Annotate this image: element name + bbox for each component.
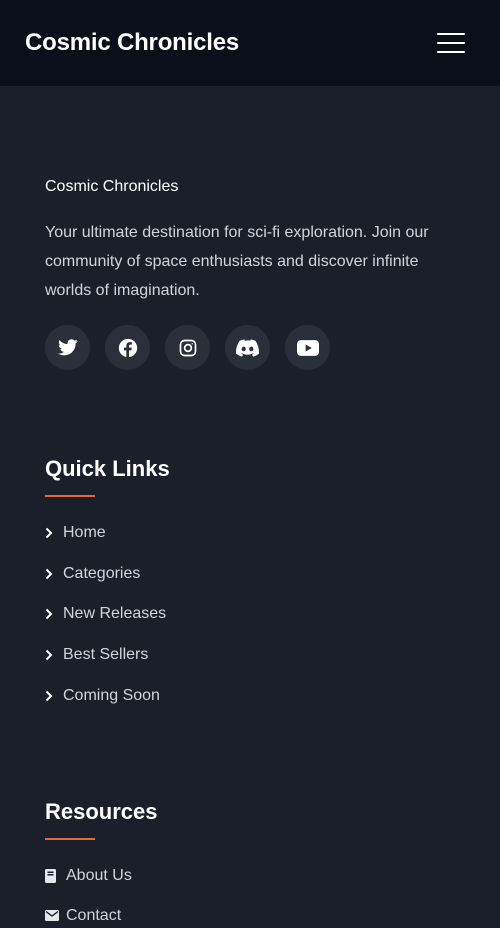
quick-link-best-sellers[interactable]: Best Sellers <box>45 645 455 665</box>
quick-link-label: Home <box>63 524 106 541</box>
quick-link-label: Best Sellers <box>63 646 149 664</box>
resource-link-label: Contact <box>66 906 122 924</box>
quick-link-label: New Releases <box>63 605 167 623</box>
youtube-icon[interactable] <box>285 325 330 370</box>
chevron-right-icon <box>45 568 63 580</box>
about-title: Cosmic Chronicles <box>45 178 179 195</box>
resource-link-label: About Us <box>66 866 132 884</box>
quick-links-list: Home Categories New Releases Best Seller… <box>45 523 455 706</box>
chevron-right-icon <box>45 649 63 661</box>
quick-links-section: Quick Links Home Categories New Releases… <box>45 456 455 706</box>
quick-link-categories[interactable]: Categories <box>45 564 455 584</box>
facebook-icon[interactable] <box>105 325 150 370</box>
resources-section: Resources About Us Contact <box>45 799 455 926</box>
resource-link-about-us[interactable]: About Us <box>45 866 455 886</box>
quick-link-home[interactable]: Home <box>45 523 455 543</box>
quick-link-label: Coming Soon <box>63 686 160 704</box>
instagram-icon[interactable] <box>165 325 210 370</box>
title-underline <box>45 837 95 840</box>
envelope-icon <box>45 910 66 922</box>
hamburger-menu-icon[interactable] <box>437 33 465 53</box>
twitter-icon[interactable] <box>45 325 90 370</box>
chevron-right-icon <box>45 527 63 539</box>
brand-logo-text[interactable]: Cosmic Chronicles <box>25 29 239 57</box>
quick-links-title: Quick Links <box>45 456 170 481</box>
chevron-right-icon <box>45 608 63 620</box>
about-description: Your ultimate destination for sci-fi exp… <box>45 224 429 299</box>
site-header: Cosmic Chronicles <box>0 0 500 86</box>
quick-link-label: Categories <box>63 564 141 582</box>
chevron-right-icon <box>45 690 63 702</box>
quick-link-new-releases[interactable]: New Releases <box>45 604 455 624</box>
quick-link-coming-soon[interactable]: Coming Soon <box>45 686 455 706</box>
site-footer: Cosmic Chronicles Your ultimate destinat… <box>0 86 500 926</box>
discord-icon[interactable] <box>225 325 270 370</box>
resources-title: Resources <box>45 798 158 824</box>
title-underline <box>45 495 95 497</box>
about-block: Cosmic Chronicles Your ultimate destinat… <box>45 178 455 370</box>
resources-list: About Us Contact <box>45 866 455 926</box>
book-icon <box>45 868 66 883</box>
resource-link-contact[interactable]: Contact <box>45 906 455 926</box>
social-links <box>45 325 455 370</box>
